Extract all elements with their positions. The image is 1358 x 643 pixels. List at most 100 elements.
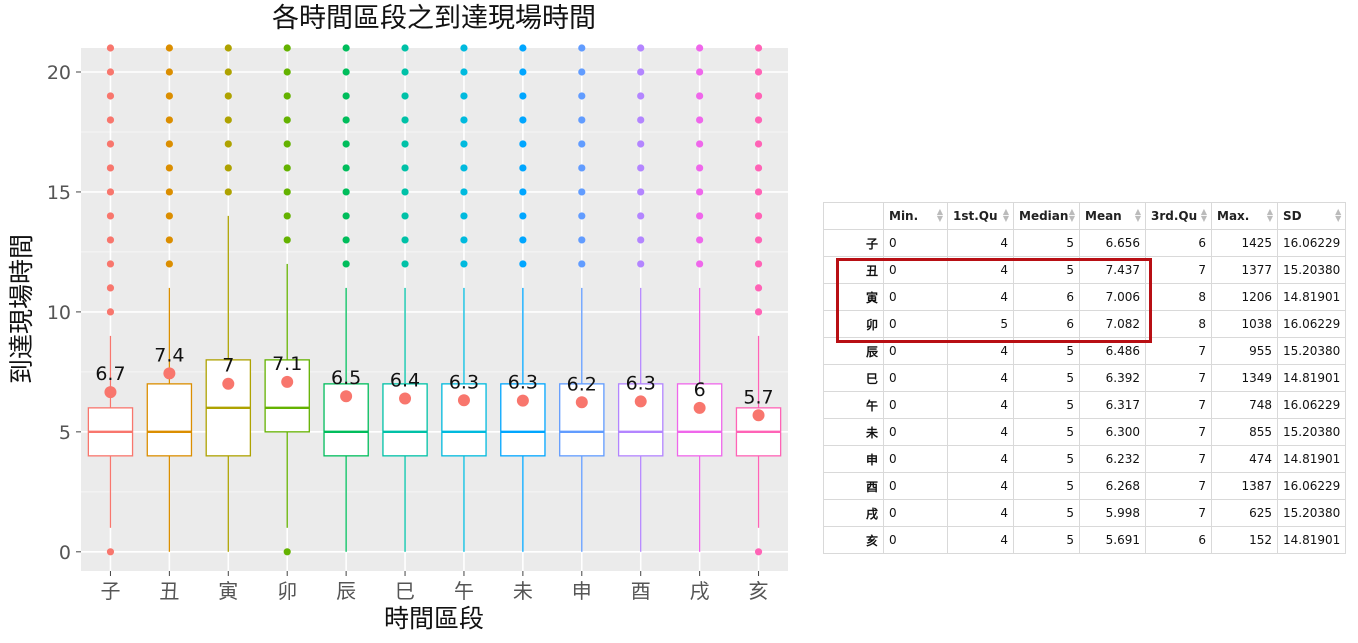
mean-point [281,375,294,388]
outlier-point [754,308,763,316]
x-tick-label: 寅 [218,579,238,603]
outlier-point [578,92,586,100]
mean-point [693,401,706,414]
outlier-point [342,44,350,52]
mean-point [516,394,529,407]
outlier-point [754,188,763,196]
table-header-cell[interactable]: Max. ▲ ▼ [1211,202,1278,230]
outlier-point [342,236,350,244]
table-cell: 1349 [1211,364,1278,392]
sort-arrows-icon[interactable]: ▲ ▼ [1003,208,1009,223]
outlier-point [578,68,586,76]
outlier-point [401,236,409,244]
outlier-point [342,68,350,76]
outlier-point [224,44,232,52]
x-tick-label: 丑 [159,579,179,603]
table-cell: 1038 [1211,310,1278,338]
box-iqr [617,383,664,457]
outlier-point [578,164,586,172]
x-tick-label: 申 [572,579,592,603]
outlier-point [578,140,586,148]
table-cell: 7 [1145,445,1212,473]
sort-arrows-icon[interactable]: ▲ ▼ [1267,208,1273,223]
outlier-point [283,236,291,244]
sort-arrows-icon[interactable]: ▲ ▼ [1201,208,1207,223]
table-cell: 0 [883,229,948,257]
outlier-point [754,68,763,76]
x-tick-label: 戌 [690,579,710,603]
x-tick-label: 卯 [277,579,297,603]
table-header-cell[interactable]: SD ▲ ▼ [1276,202,1347,230]
table-row: 酉 0 4 5 6.268 7 1387 16.06229 [823,472,1347,500]
outlier-point [106,116,115,124]
table-cell: 16.06229 [1276,310,1347,338]
outlier-point [637,188,645,196]
outlier-point [578,188,586,196]
x-tick-label: 午 [454,579,474,603]
table-cell: 4 [947,418,1014,446]
table-cell: 14.81901 [1276,445,1347,473]
sort-arrows-icon[interactable]: ▲ ▼ [937,208,943,223]
outlier-point [224,140,232,148]
table-row: 巳 0 4 5 6.392 7 1349 14.81901 [823,364,1347,392]
mean-point [104,386,117,399]
table-cell: 6.268 [1079,472,1146,500]
table-header-cell[interactable]: 1st.Qu ▲ ▼ [947,202,1014,230]
table-cell: 4 [947,445,1014,473]
table-cell: 5 [1013,499,1080,527]
outlier-point [165,236,173,244]
outlier-point [754,140,763,148]
outlier-point [401,212,409,220]
outlier-point [754,212,763,220]
outlier-point [637,212,645,220]
sort-arrows-icon[interactable]: ▲ ▼ [1135,208,1141,223]
outlier-point [165,68,173,76]
outlier-point [519,44,527,52]
outlier-point [165,44,173,52]
table-cell: 0 [883,472,948,500]
outlier-point [637,236,645,244]
outlier-point [578,236,586,244]
summary-table-wrapper: Min. ▲ ▼ 1st.Qu ▲ ▼ Median ▲ ▼ Mean ▲ ▼ 3rd.Qu ▲ ▼ Max.… [823,202,1353,554]
row-name-cell: 巳 [823,364,884,392]
outlier-point [283,92,291,100]
table-cell: 5 [1013,526,1080,554]
table-header-rowname [823,202,884,230]
y-tick-label: 0 [59,542,71,564]
table-header-cell[interactable]: Mean ▲ ▼ [1079,202,1146,230]
outlier-point [401,140,409,148]
mean-point [457,394,470,407]
table-header-row: Min. ▲ ▼ 1st.Qu ▲ ▼ Median ▲ ▼ Mean ▲ ▼ 3rd.Qu ▲ ▼ Max.… [823,202,1347,230]
sort-arrows-icon[interactable]: ▲ ▼ [1069,208,1075,223]
outlier-point [460,44,468,52]
outlier-point [519,188,527,196]
outlier-point [224,92,232,100]
table-cell: 15.20380 [1276,418,1347,446]
outlier-point [578,44,586,52]
outlier-point [696,188,704,196]
column-header-label: Mean [1085,209,1122,223]
y-tick-label: 15 [47,182,71,204]
table-cell: 5 [1013,229,1080,257]
row-name-cell: 未 [823,418,884,446]
outlier-point [754,236,763,244]
outlier-point [106,68,115,76]
outlier-point [342,188,350,196]
table-row: 未 0 4 5 6.300 7 855 15.20380 [823,418,1347,446]
outlier-point [696,260,704,268]
mean-label: 6.5 [331,367,361,389]
outlier-point [696,92,704,100]
sort-arrows-icon[interactable]: ▲ ▼ [1335,208,1341,223]
table-cell: 14.81901 [1276,364,1347,392]
table-header-cell[interactable]: 3rd.Qu ▲ ▼ [1145,202,1212,230]
x-tick-label: 子 [100,579,120,603]
mean-point [752,409,765,422]
outlier-point [165,140,173,148]
table-header-cell[interactable]: Median ▲ ▼ [1013,202,1080,230]
mean-label: 6.3 [449,371,479,393]
outlier-point [460,68,468,76]
table-cell: 5 [1013,445,1080,473]
table-header-cell[interactable]: Min. ▲ ▼ [883,202,948,230]
mean-label: 6.2 [567,373,597,395]
outlier-point [106,164,115,172]
